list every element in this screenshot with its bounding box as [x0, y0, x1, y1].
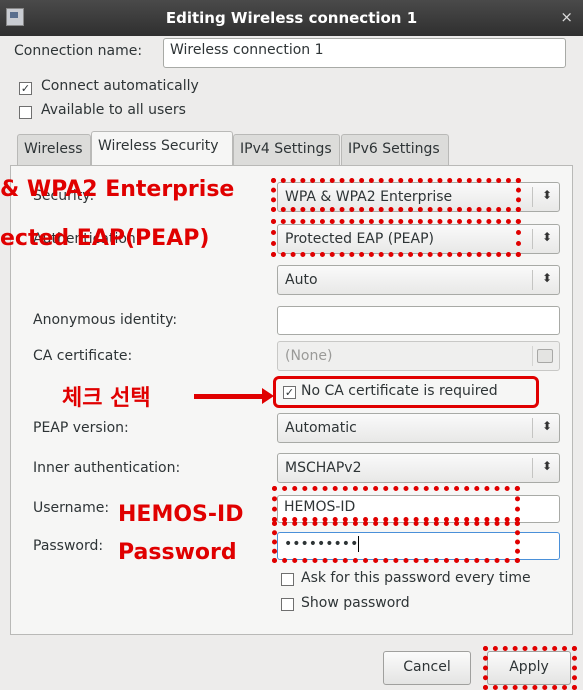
updown-arrow-icon: ⬍: [541, 271, 552, 285]
folder-icon: [537, 349, 553, 363]
connect-automatically-checkbox[interactable]: ✓: [19, 82, 32, 95]
password-label: Password:: [33, 538, 104, 554]
auto-value: Auto: [285, 272, 318, 288]
annotation-password-text: Password: [118, 540, 237, 565]
annotation-security-box: [271, 178, 521, 212]
cancel-button[interactable]: Cancel: [383, 651, 471, 685]
ask-password-checkbox[interactable]: [281, 573, 294, 586]
updown-arrow-icon: ⬍: [541, 188, 552, 202]
ca-certificate-label: CA certificate:: [33, 348, 133, 364]
ca-certificate-value: (None): [285, 348, 333, 364]
available-all-users-label: Available to all users: [41, 102, 186, 118]
annotation-username-text: HEMOS-ID: [118, 502, 244, 527]
tab-wireless-label: Wireless: [24, 141, 83, 157]
tab-ipv4-label: IPv4 Settings: [240, 141, 332, 157]
updown-arrow-icon: ⬍: [541, 230, 552, 244]
tab-wireless-security-label: Wireless Security: [98, 138, 219, 154]
annotation-password-box: [272, 521, 520, 563]
updown-arrow-icon: ⬍: [541, 459, 552, 473]
anonymous-identity-input[interactable]: [277, 306, 560, 335]
show-password-label: Show password: [301, 595, 410, 611]
connect-automatically-label: Connect automatically: [41, 78, 199, 94]
tab-wireless-security[interactable]: Wireless Security: [91, 131, 233, 166]
arrow-right-icon: [262, 388, 274, 404]
tab-wireless[interactable]: Wireless: [17, 134, 91, 166]
annotation-authentication-text: ected EAP(PEAP): [0, 226, 210, 251]
show-password-checkbox[interactable]: [281, 598, 294, 611]
annotation-security-text: & WPA2 Enterprise: [0, 177, 235, 202]
peap-version-label: PEAP version:: [33, 420, 129, 436]
ask-password-label: Ask for this password every time: [301, 570, 531, 586]
peap-version-combo[interactable]: Automatic ⬍: [277, 413, 560, 443]
anonymous-identity-label: Anonymous identity:: [33, 312, 178, 328]
inner-authentication-value: MSCHAPv2: [285, 460, 362, 476]
cancel-button-label: Cancel: [403, 659, 451, 675]
connection-name-value: Wireless connection 1: [170, 42, 324, 58]
title-bar: Editing Wireless connection 1 ×: [0, 0, 583, 36]
close-icon[interactable]: ×: [560, 8, 573, 26]
inner-authentication-combo[interactable]: MSCHAPv2 ⬍: [277, 453, 560, 483]
peap-version-value: Automatic: [285, 420, 357, 436]
ca-certificate-chooser[interactable]: (None): [277, 341, 560, 371]
annotation-check-text: 체크 선택: [62, 386, 151, 411]
tab-ipv4-settings[interactable]: IPv4 Settings: [233, 134, 340, 166]
tab-ipv6-label: IPv6 Settings: [348, 141, 440, 157]
annotation-no-ca-box: [273, 376, 539, 408]
connection-name-label: Connection name:: [14, 43, 143, 59]
tab-ipv6-settings[interactable]: IPv6 Settings: [341, 134, 449, 166]
updown-arrow-icon: ⬍: [541, 419, 552, 433]
username-label: Username:: [33, 500, 110, 516]
peap-auto-combo[interactable]: Auto ⬍: [277, 265, 560, 295]
available-all-users-checkbox[interactable]: [19, 106, 32, 119]
annotation-arrow-shaft: [194, 394, 264, 399]
inner-authentication-label: Inner authentication:: [33, 460, 181, 476]
annotation-apply-box: [483, 646, 577, 690]
window-title: Editing Wireless connection 1: [165, 9, 418, 27]
connection-name-input[interactable]: Wireless connection 1: [163, 38, 566, 68]
annotation-authentication-box: [271, 219, 521, 257]
annotation-username-box: [272, 486, 520, 522]
